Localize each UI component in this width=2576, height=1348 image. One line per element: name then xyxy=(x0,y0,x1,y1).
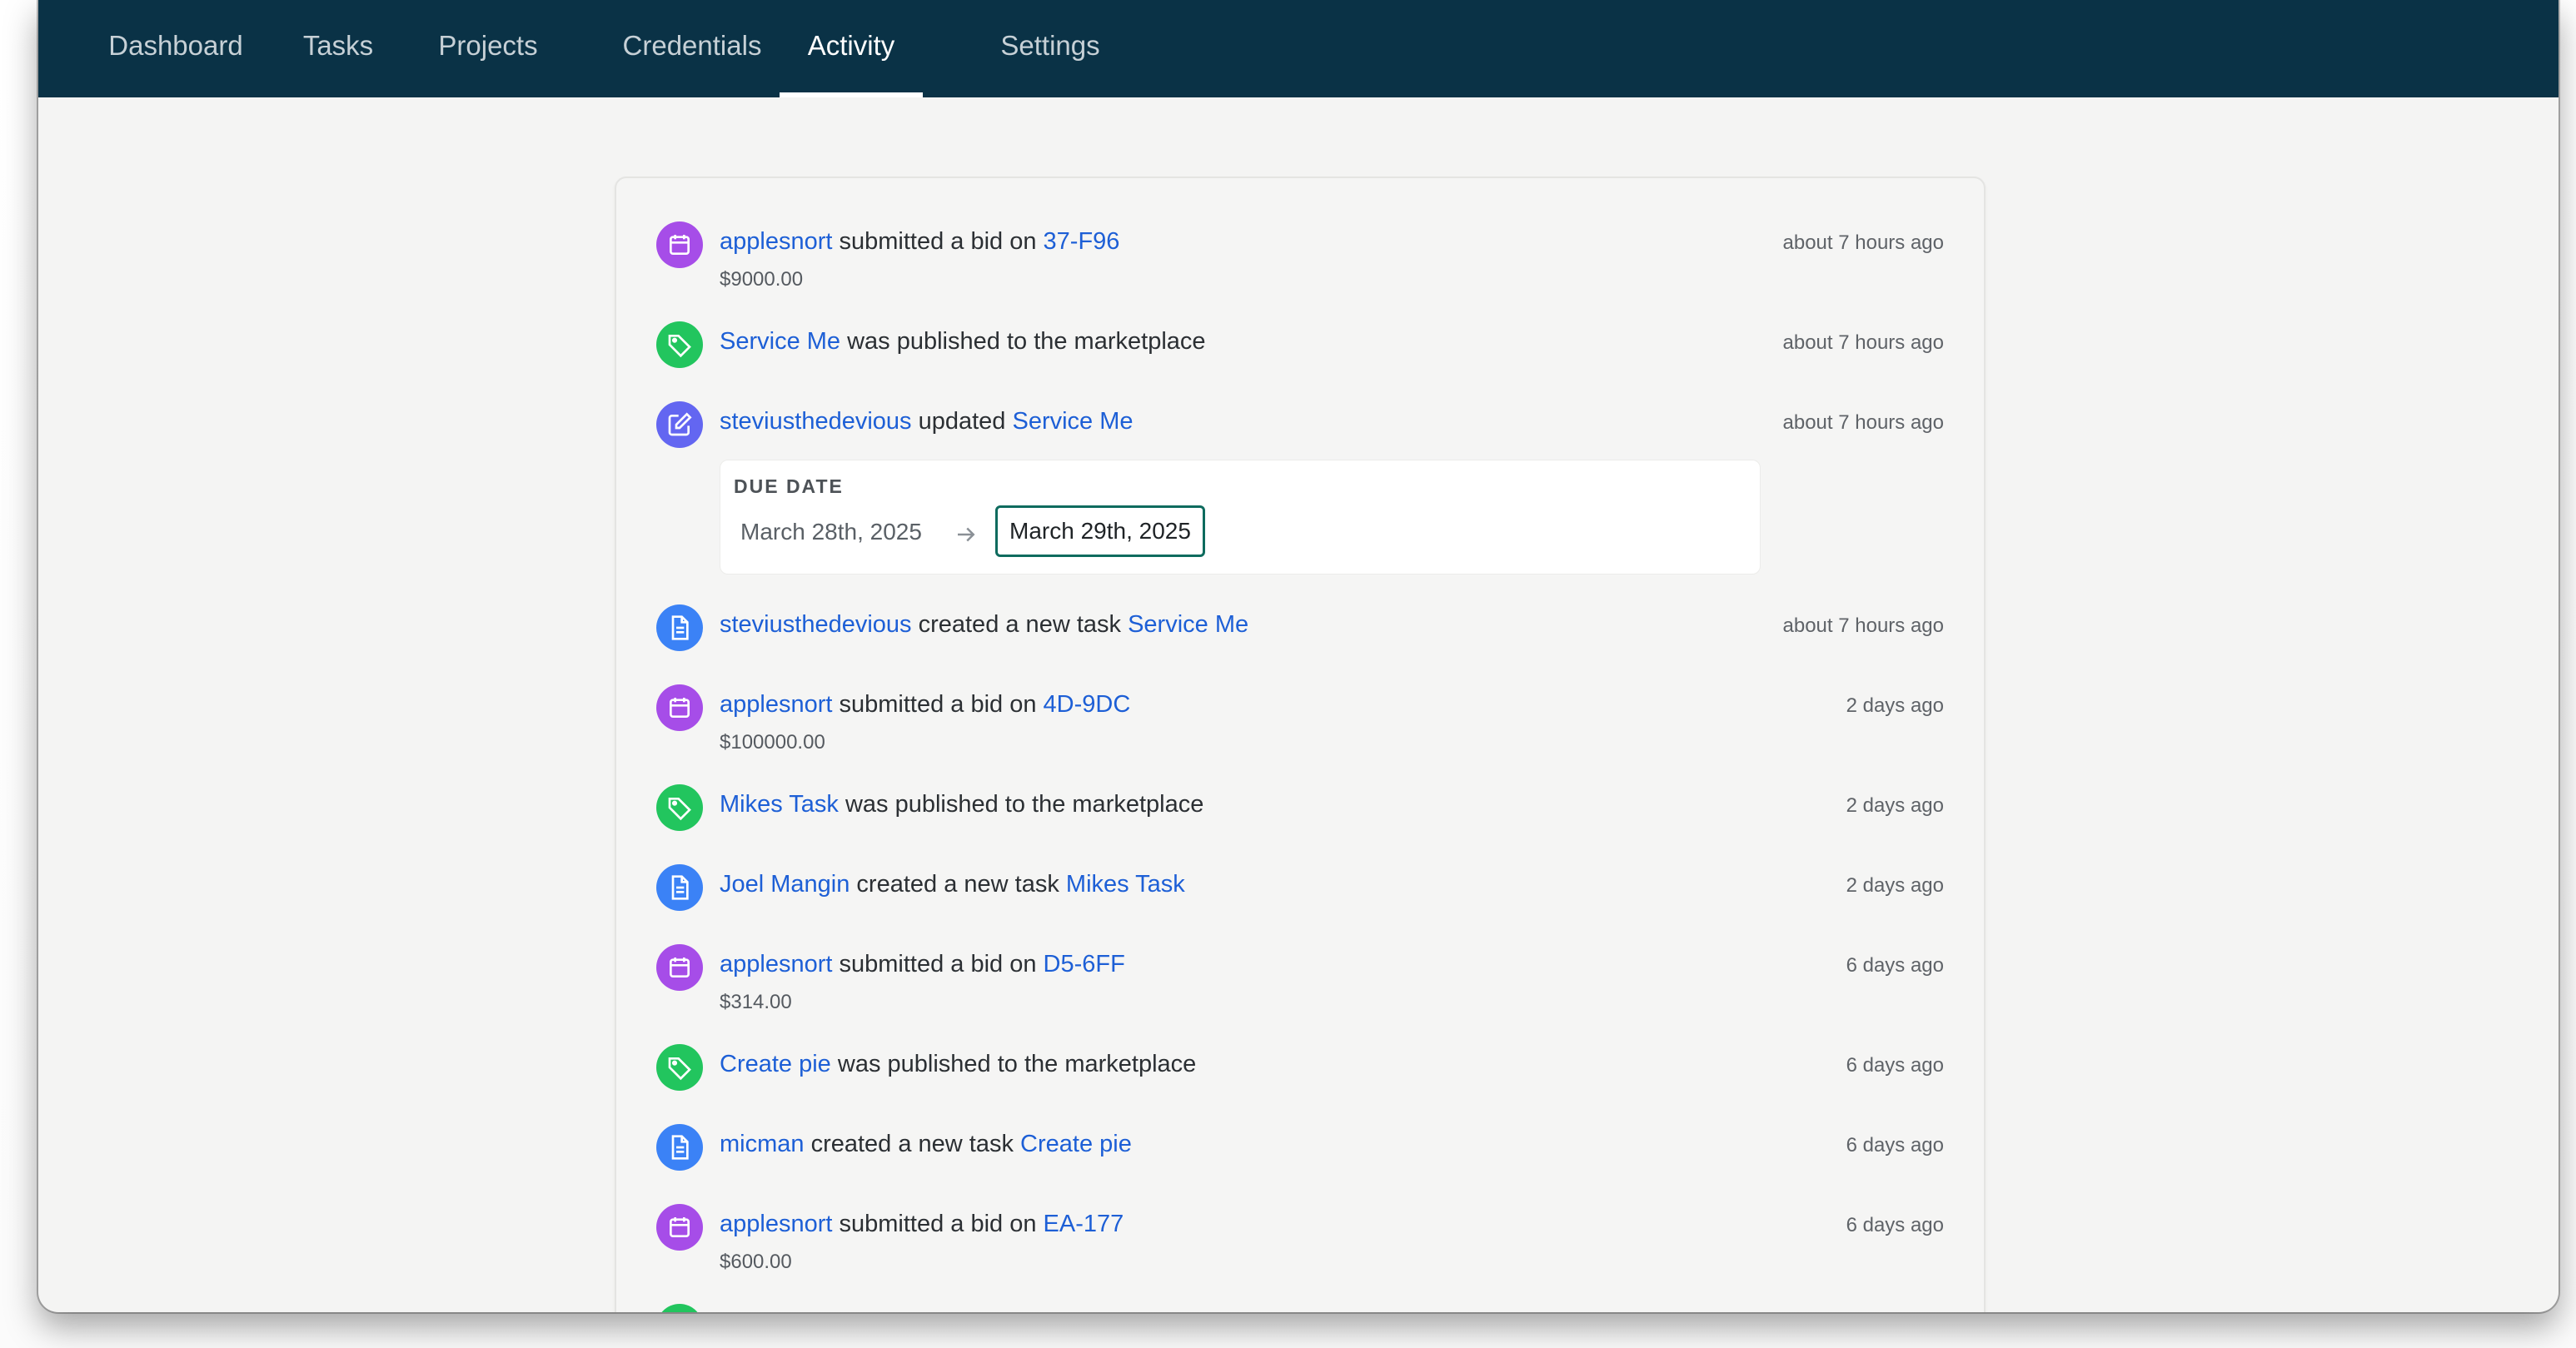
calendar-icon xyxy=(656,944,703,991)
entry-text: applesnort submitted a bid on EA-177 xyxy=(720,1211,1124,1238)
target-link[interactable]: 4D-9DC xyxy=(1044,691,1131,718)
entry-timestamp: 6 days ago xyxy=(1846,954,1944,977)
tag-icon xyxy=(656,784,703,831)
bid-amount: $9000.00 xyxy=(720,268,804,291)
entry-text: Create pie was published to the marketpl… xyxy=(720,1051,1196,1078)
entry-action: submitted a bid on xyxy=(832,951,1044,977)
entry-timestamp: about 7 hours ago xyxy=(1782,231,1945,254)
entry-timestamp: about 7 hours ago xyxy=(1782,331,1945,354)
bid-amount: $100000.00 xyxy=(720,731,825,754)
target-link[interactable]: D5-6FF xyxy=(1044,951,1125,977)
entry-text: steviusthedevious created a new task Ser… xyxy=(720,611,1248,639)
tag-icon xyxy=(656,1044,703,1091)
entry-action: was published to the marketplace xyxy=(838,791,1204,818)
entry-text: Service Me was published to the marketpl… xyxy=(720,328,1206,356)
calendar-icon xyxy=(656,684,703,731)
target-link[interactable]: Service Me xyxy=(1012,408,1133,435)
entry-text: steviusthedevious updated Service Me xyxy=(720,408,1134,435)
target-link[interactable]: Mikes Task xyxy=(1066,871,1185,898)
task-link[interactable]: Mikes Task xyxy=(720,791,839,818)
task-link[interactable]: Service Me xyxy=(720,328,840,355)
document-icon xyxy=(656,864,703,911)
nav-tab-activity-label: Activity xyxy=(807,30,895,61)
nav-tab-credentials[interactable]: Credentials xyxy=(596,0,788,97)
edit-icon xyxy=(656,401,703,448)
entry-timestamp: 2 days ago xyxy=(1846,794,1944,817)
app-window: Dashboard Tasks Projects Credentials Act… xyxy=(38,0,2559,1312)
actor-link[interactable]: applesnort xyxy=(720,951,832,977)
entry-text: Mikes Task was published to the marketpl… xyxy=(720,791,1203,818)
entry-timestamp: 2 days ago xyxy=(1846,874,1944,897)
bid-amount: $600.00 xyxy=(720,1251,792,1273)
tag-icon xyxy=(656,1304,703,1312)
bid-amount: $314.00 xyxy=(720,991,792,1013)
actor-link[interactable]: micman xyxy=(720,1131,805,1157)
entry-action: created a new task xyxy=(804,1131,1021,1157)
entry-text: applesnort submitted a bid on D5-6FF xyxy=(720,951,1125,978)
actor-link[interactable]: applesnort xyxy=(720,1211,832,1237)
activity-feed: applesnort submitted a bid on 37-F96 $90… xyxy=(615,177,1986,1312)
document-icon xyxy=(656,604,703,651)
field-change-box: DUE DATE March 28th, 2025 March 29th, 20… xyxy=(720,460,1761,575)
task-link[interactable]: Create pie xyxy=(720,1051,831,1077)
entry-timestamp: 2 days ago xyxy=(1846,694,1944,717)
actor-link[interactable]: applesnort xyxy=(720,691,832,718)
entry-action: created a new task xyxy=(850,871,1066,898)
entry-action: was published to the marketplace xyxy=(840,328,1206,355)
entry-action: submitted a bid on xyxy=(832,228,1044,255)
old-value: March 28th, 2025 xyxy=(740,519,922,545)
entry-timestamp: 6 days ago xyxy=(1846,1054,1944,1077)
entry-action: was published to the marketplace xyxy=(830,1051,1197,1077)
entry-text: applesnort submitted a bid on 37-F96 xyxy=(720,228,1119,256)
target-link[interactable]: EA-177 xyxy=(1044,1211,1124,1237)
arrow-right-icon xyxy=(958,527,975,542)
entry-timestamp: 6 days ago xyxy=(1846,1214,1944,1236)
entry-timestamp: about 7 hours ago xyxy=(1782,411,1945,434)
actor-link[interactable]: applesnort xyxy=(720,228,832,255)
actor-link[interactable]: Joel Mangin xyxy=(720,871,850,898)
calendar-icon xyxy=(656,1204,703,1251)
nav-tab-dashboard[interactable]: Dashboard xyxy=(105,0,247,97)
new-value: March 29th, 2025 xyxy=(995,505,1205,557)
changed-field-label: DUE DATE xyxy=(734,475,844,497)
actor-link[interactable]: steviusthedevious xyxy=(720,611,912,638)
entry-timestamp: about 7 hours ago xyxy=(1782,614,1945,637)
nav-tab-settings[interactable]: Settings xyxy=(954,0,1146,97)
document-icon xyxy=(656,1124,703,1171)
tag-icon xyxy=(656,321,703,368)
target-link[interactable]: Service Me xyxy=(1128,611,1248,638)
entry-action: submitted a bid on xyxy=(832,691,1044,718)
active-tab-indicator xyxy=(780,92,923,97)
entry-text: applesnort submitted a bid on 4D-9DC xyxy=(720,691,1130,719)
calendar-icon xyxy=(656,221,703,268)
entry-text: Joel Mangin created a new task Mikes Tas… xyxy=(720,871,1185,898)
entry-action: created a new task xyxy=(911,611,1129,638)
entry-action: updated xyxy=(911,408,1013,435)
target-link[interactable]: Create pie xyxy=(1020,1131,1132,1157)
entry-timestamp: 6 days ago xyxy=(1846,1134,1944,1156)
target-link[interactable]: 37-F96 xyxy=(1044,228,1120,255)
entry-action: submitted a bid on xyxy=(832,1211,1044,1237)
actor-link[interactable]: steviusthedevious xyxy=(720,408,912,435)
nav-tab-tasks[interactable]: Tasks xyxy=(296,0,380,97)
entry-text: micman created a new task Create pie xyxy=(720,1131,1132,1158)
top-navigation: Dashboard Tasks Projects Credentials Act… xyxy=(38,0,2559,97)
nav-tab-activity[interactable]: Activity xyxy=(780,0,923,97)
nav-tab-projects[interactable]: Projects xyxy=(430,0,546,97)
